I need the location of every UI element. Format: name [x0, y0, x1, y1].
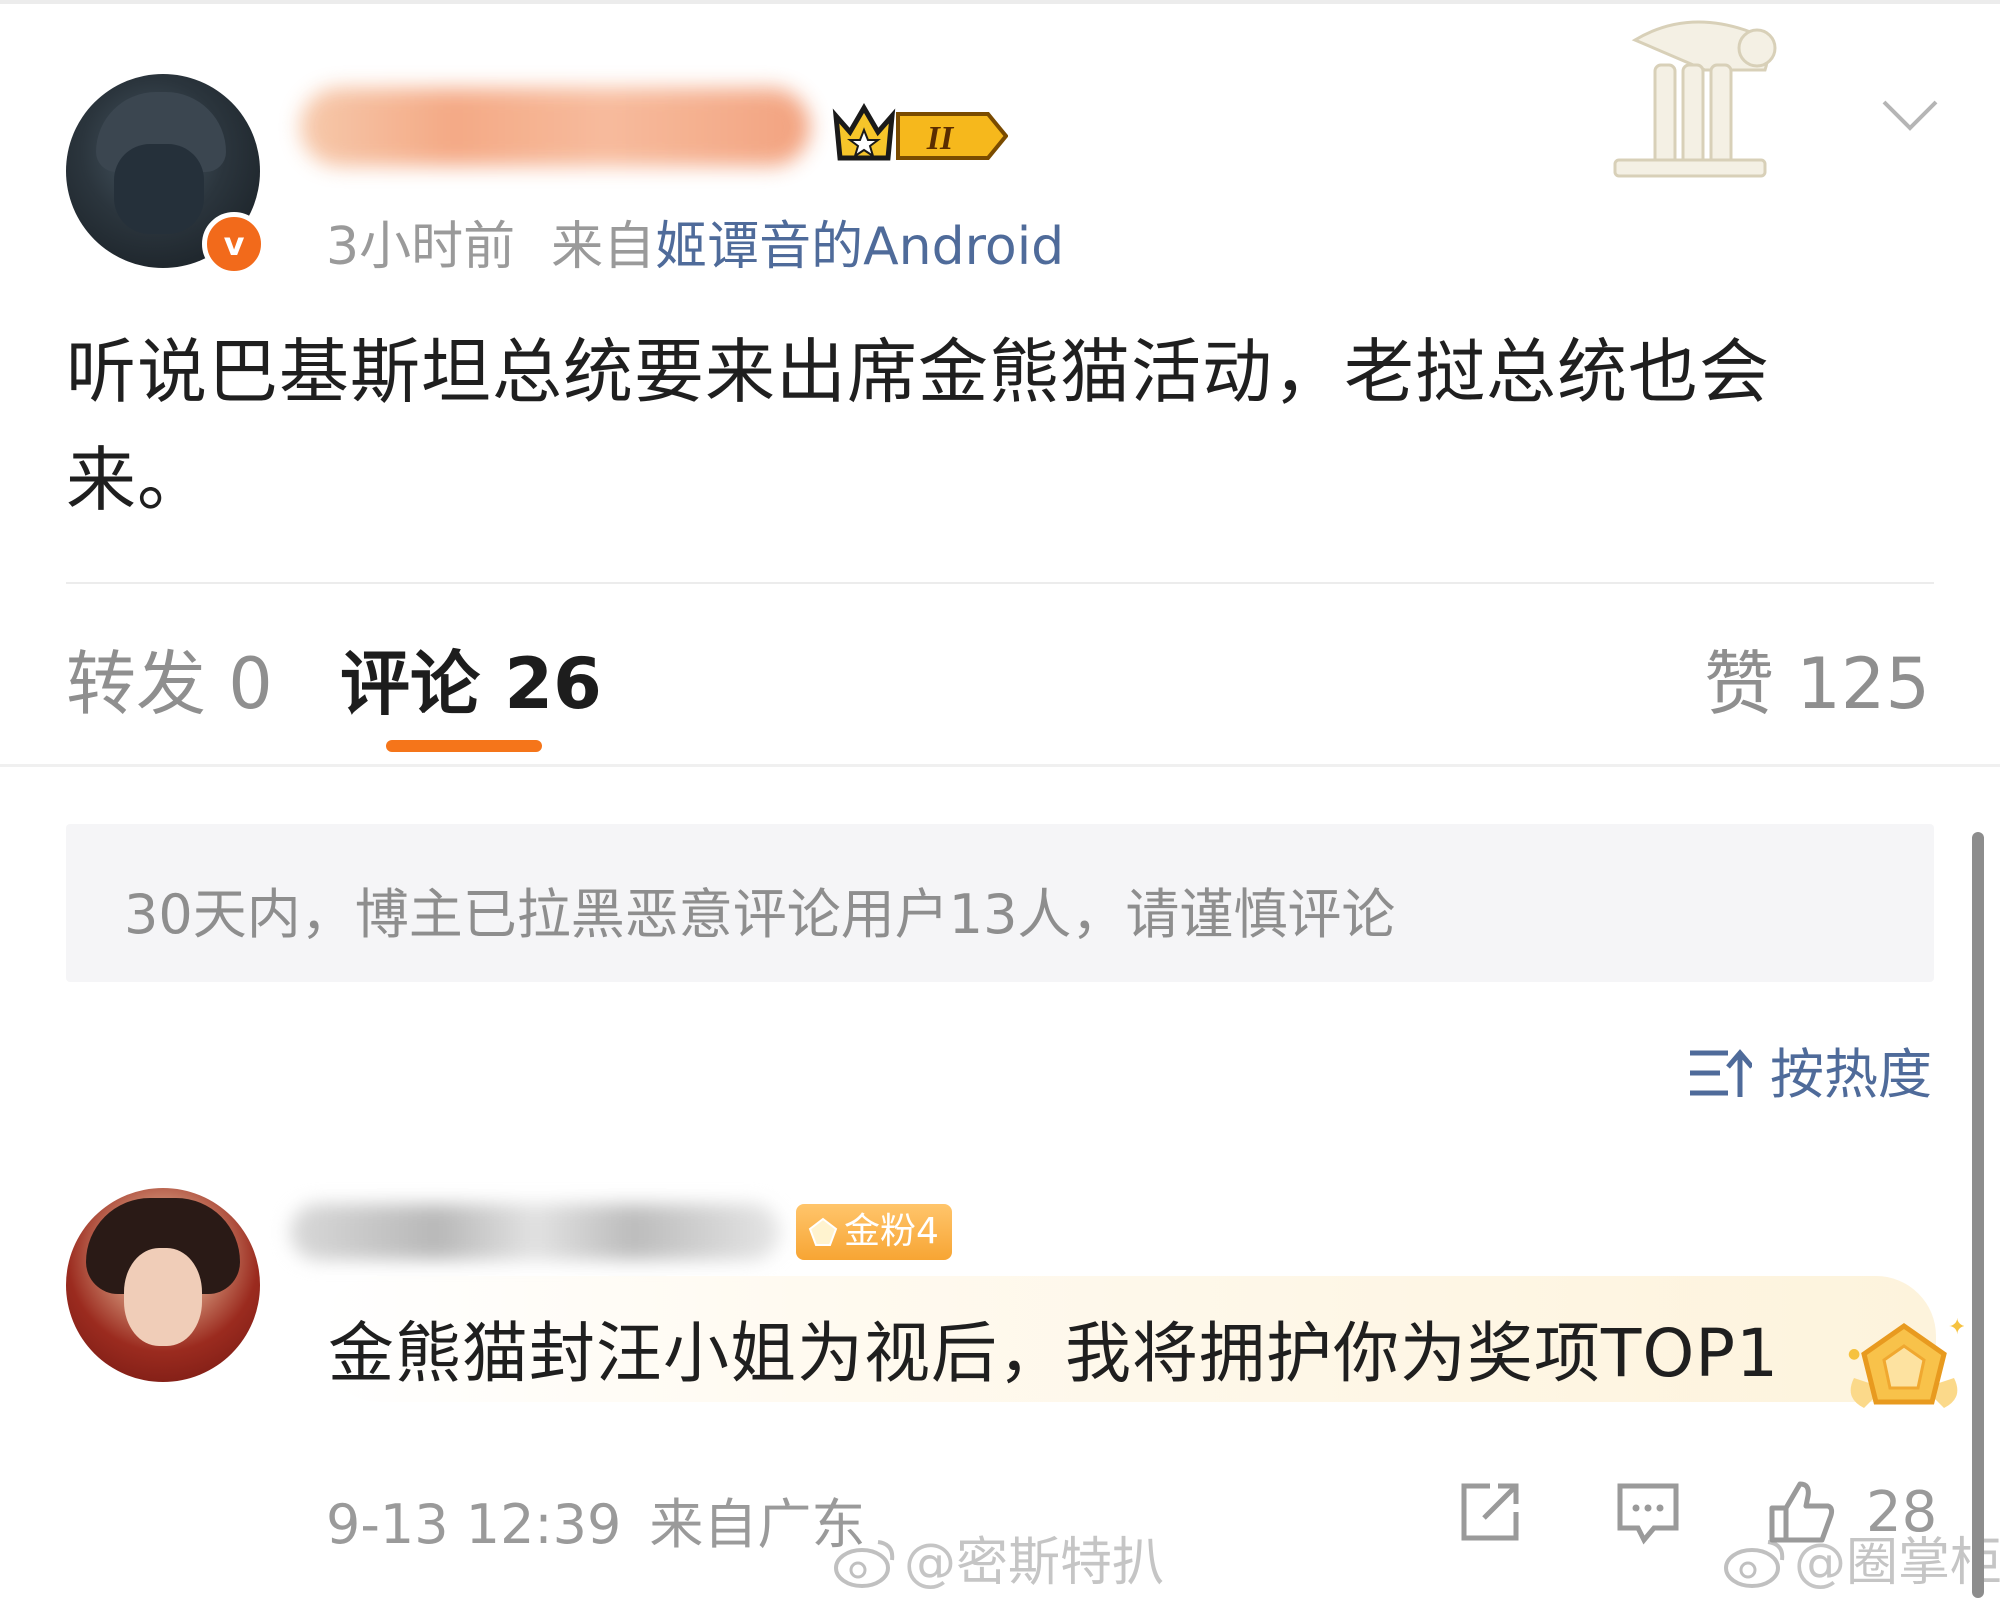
- chevron-down-icon[interactable]: [1880, 98, 1940, 134]
- tab-comments[interactable]: 评论 26: [340, 628, 602, 729]
- watermark-text: @圈掌柜: [1794, 1533, 2000, 1593]
- comment-meta: 9-13 12:39 来自广东: [326, 1480, 865, 1559]
- crown-badge-icon[interactable]: II: [828, 102, 1008, 166]
- post-source-prefix: 来自: [551, 217, 656, 277]
- commenter-name-blurred[interactable]: [290, 1204, 780, 1260]
- watermark: @圈掌柜: [1722, 1520, 2000, 1595]
- comment-time: 9-13 12:39: [326, 1493, 622, 1556]
- medal-icon: ✦ ●: [1848, 1318, 1964, 1408]
- scrollbar[interactable]: [1972, 832, 1984, 1598]
- post-author-name-blurred[interactable]: [300, 88, 810, 166]
- sort-button[interactable]: 按热度: [1688, 1030, 1932, 1109]
- post-time: 3小时前: [326, 217, 516, 277]
- fan-badge[interactable]: 金粉4: [796, 1204, 952, 1260]
- tab-likes[interactable]: 赞 125: [1704, 628, 1930, 729]
- column-decoration-icon: [1613, 20, 1777, 178]
- fan-badge-label: 金粉4: [844, 1211, 939, 1252]
- post-content: 听说巴基斯坦总统要来出席金熊猫活动，老挝总统也会来。: [66, 331, 1770, 521]
- active-tab-indicator: [386, 740, 542, 752]
- weibo-logo-icon: [1724, 1540, 1785, 1588]
- post-source-link[interactable]: 姬谭音的Android: [655, 217, 1064, 277]
- verified-icon: v: [202, 212, 266, 276]
- blacklist-notice-text: 30天内，博主已拉黑恶意评论用户13人，请谨慎评论: [124, 883, 1396, 946]
- watermark: @密斯特扒: [832, 1520, 1164, 1595]
- reply-icon[interactable]: [1614, 1478, 1682, 1546]
- watermark-text: @密斯特扒: [904, 1533, 1165, 1593]
- sort-label: 按热度: [1770, 1043, 1932, 1106]
- crown-badge-level: II: [926, 120, 955, 157]
- sort-icon: [1690, 1049, 1752, 1097]
- svg-text:✦: ✦: [1948, 1318, 1964, 1340]
- svg-text:●: ●: [1848, 1346, 1860, 1362]
- fan-gem-icon: [808, 1217, 838, 1246]
- share-icon[interactable]: [1456, 1478, 1524, 1546]
- top-border: [0, 0, 2000, 4]
- tab-repost[interactable]: 转发 0: [66, 628, 273, 729]
- comment-text: 金熊猫封汪小姐为视后，我将拥护你为奖项TOP1: [328, 1315, 1780, 1392]
- divider: [66, 582, 1934, 584]
- weibo-logo-icon: [834, 1540, 895, 1588]
- commenter-avatar[interactable]: [66, 1188, 260, 1382]
- post-meta: 3小时前 来自姬谭音的Android: [326, 204, 1064, 279]
- section-divider: [0, 764, 2000, 767]
